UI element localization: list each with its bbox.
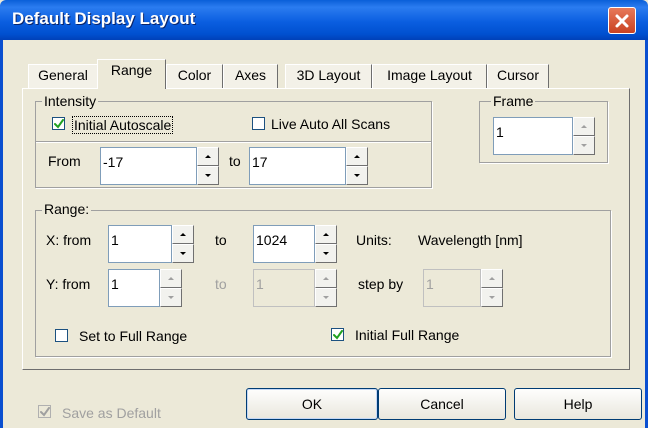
y-to-input[interactable]: 1 xyxy=(253,269,315,307)
frame-legend: Frame xyxy=(491,93,536,109)
intensity-to-spinner[interactable] xyxy=(346,147,368,185)
tab-general[interactable]: General xyxy=(28,64,98,88)
close-button[interactable] xyxy=(608,7,636,34)
x-from-input[interactable]: 1 xyxy=(108,225,172,263)
x-to-input[interactable]: 1024 xyxy=(253,225,315,263)
cancel-button[interactable]: Cancel xyxy=(378,388,506,420)
checkmark-icon xyxy=(40,407,50,417)
spin-up-icon[interactable] xyxy=(481,269,503,288)
intensity-from-spinner[interactable] xyxy=(197,147,219,185)
live-auto-label: Live Auto All Scans xyxy=(271,116,391,132)
y-to-label: to xyxy=(215,276,227,292)
y-from-spinner[interactable] xyxy=(160,269,182,307)
tab-range[interactable]: Range xyxy=(97,59,166,89)
frame-spinner[interactable] xyxy=(573,117,595,155)
ok-button[interactable]: OK xyxy=(246,388,378,420)
intensity-to-input[interactable]: 17 xyxy=(249,147,346,185)
units-value: Wavelength [nm] xyxy=(418,232,523,248)
initial-full-range-checkbox[interactable] xyxy=(331,328,344,341)
intensity-from-input[interactable]: -17 xyxy=(100,147,197,185)
intensity-group xyxy=(35,101,432,188)
spin-down-icon[interactable] xyxy=(315,288,337,307)
spin-down-icon[interactable] xyxy=(315,244,337,263)
x-to-spinner[interactable] xyxy=(315,225,337,263)
spin-up-icon[interactable] xyxy=(315,225,337,244)
set-full-range-checkbox[interactable] xyxy=(55,329,68,342)
step-by-spinner[interactable] xyxy=(481,269,503,307)
close-icon xyxy=(615,14,629,27)
spin-down-icon[interactable] xyxy=(172,244,194,263)
intensity-separator xyxy=(36,141,431,143)
frame-input[interactable]: 1 xyxy=(493,117,573,155)
spin-down-icon[interactable] xyxy=(160,288,182,307)
initial-autoscale-checkbox[interactable] xyxy=(52,117,65,130)
checkmark-icon xyxy=(54,119,64,129)
checkmark-icon xyxy=(333,330,343,340)
set-full-range-label: Set to Full Range xyxy=(79,328,188,344)
intensity-to-label: to xyxy=(229,153,241,169)
spin-down-icon[interactable] xyxy=(197,166,219,185)
y-from-label: Y: from xyxy=(46,276,91,292)
window-title: Default Display Layout xyxy=(12,9,196,28)
y-from-input[interactable]: 1 xyxy=(108,269,160,307)
initial-autoscale-label: Initial Autoscale xyxy=(72,116,174,134)
tab-3d-layout[interactable]: 3D Layout xyxy=(285,64,372,88)
spin-down-icon[interactable] xyxy=(481,288,503,307)
spin-up-icon[interactable] xyxy=(346,147,368,166)
window-frame-left xyxy=(0,40,3,428)
save-default-checkbox[interactable] xyxy=(38,405,51,418)
spin-up-icon[interactable] xyxy=(160,269,182,288)
x-from-label: X: from xyxy=(46,232,92,248)
tab-cursor[interactable]: Cursor xyxy=(487,64,549,88)
spin-up-icon[interactable] xyxy=(172,225,194,244)
initial-full-range-label: Initial Full Range xyxy=(355,327,460,343)
tab-color[interactable]: Color xyxy=(166,64,223,88)
from-label: From xyxy=(48,153,81,169)
x-to-label: to xyxy=(215,232,227,248)
spin-down-icon[interactable] xyxy=(573,136,595,155)
spin-down-icon[interactable] xyxy=(346,166,368,185)
tab-image-layout[interactable]: Image Layout xyxy=(372,64,487,88)
help-button[interactable]: Help xyxy=(514,388,642,420)
y-to-spinner[interactable] xyxy=(315,269,337,307)
tab-axes[interactable]: Axes xyxy=(223,64,278,88)
step-by-label: step by xyxy=(358,276,404,292)
save-default-label: Save as Default xyxy=(62,405,161,421)
x-from-spinner[interactable] xyxy=(172,225,194,263)
units-label: Units: xyxy=(356,232,392,248)
step-by-input[interactable]: 1 xyxy=(423,269,481,307)
spin-up-icon[interactable] xyxy=(573,117,595,136)
title-bar: Default Display Layout xyxy=(0,0,648,40)
live-auto-checkbox[interactable] xyxy=(252,117,265,130)
range-legend: Range: xyxy=(42,201,92,217)
intensity-legend: Intensity xyxy=(42,93,99,109)
spin-up-icon[interactable] xyxy=(315,269,337,288)
spin-up-icon[interactable] xyxy=(197,147,219,166)
